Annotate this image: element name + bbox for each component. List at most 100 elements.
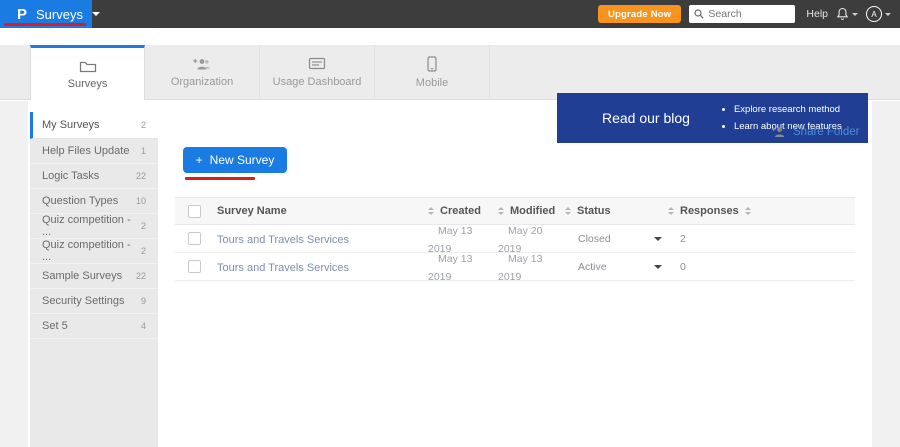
- survey-name-link[interactable]: Tours and Travels Services: [217, 234, 349, 246]
- avatar: A: [866, 6, 882, 22]
- sidebar-item-count: 1: [141, 146, 146, 156]
- organization-icon: [192, 57, 212, 71]
- mobile-icon: [427, 56, 437, 72]
- upgrade-now-button[interactable]: Upgrade Now: [598, 5, 681, 23]
- sidebar-item-label: Help Files Update: [42, 145, 129, 157]
- column-label-survey-name: Survey Name: [217, 205, 287, 217]
- tab-organization[interactable]: Organization: [145, 45, 260, 100]
- sidebar-item-label: Question Types: [42, 195, 118, 207]
- header-modified[interactable]: Modified: [498, 205, 565, 217]
- status-dropdown-icon[interactable]: [654, 237, 662, 241]
- sidebar-item-label: Quiz competition - ...: [42, 214, 141, 238]
- annotation-underline-surveys: [4, 23, 86, 26]
- sidebar-item-count: 22: [136, 271, 146, 281]
- folder-icon: [79, 59, 97, 73]
- header-survey-name: Survey Name: [217, 205, 428, 217]
- row-created-cell: May 13 2019: [428, 249, 498, 285]
- row-status-cell: Active: [565, 261, 668, 273]
- survey-name-link[interactable]: Tours and Travels Services: [217, 262, 349, 274]
- header-responses[interactable]: Responses: [668, 205, 855, 217]
- tab-label: Organization: [171, 76, 233, 88]
- sort-icon[interactable]: [498, 207, 504, 215]
- brand-logo: P: [17, 7, 27, 22]
- row-status-cell: Closed: [565, 233, 668, 245]
- tab-mobile[interactable]: Mobile: [375, 45, 490, 100]
- header-created[interactable]: Created: [428, 205, 498, 217]
- row-checkbox-cell: [175, 260, 217, 273]
- account-menu[interactable]: A: [866, 6, 891, 22]
- column-label-responses: Responses: [680, 205, 739, 217]
- annotation-underline-new-survey: [185, 177, 255, 180]
- header-status[interactable]: Status: [565, 205, 668, 217]
- column-label-status: Status: [577, 205, 611, 217]
- tabstrip: Surveys Organization Usage Dashboard Mob…: [0, 45, 900, 100]
- sidebar-item-my-surveys[interactable]: My Surveys 2: [30, 112, 158, 139]
- chevron-down-icon: [885, 13, 891, 16]
- responses-count: 0: [668, 261, 686, 273]
- row-responses-cell: 0: [668, 261, 855, 273]
- bell-icon: [836, 7, 849, 21]
- help-link[interactable]: Help: [806, 8, 828, 20]
- row-checkbox-cell: [175, 232, 217, 245]
- status-value: Active: [565, 261, 607, 273]
- sidebar-item-count: 22: [136, 171, 146, 181]
- sidebar-item-set-5[interactable]: Set 5 4: [30, 314, 158, 339]
- sidebar-item-count: 10: [136, 196, 146, 206]
- share-folder-link[interactable]: Share Folder: [771, 126, 859, 138]
- tab-usage-dashboard[interactable]: Usage Dashboard: [260, 45, 375, 100]
- row-checkbox[interactable]: [188, 260, 201, 273]
- sidebar-item-logic-tasks[interactable]: Logic Tasks 22: [30, 164, 158, 189]
- tab-label: Mobile: [416, 77, 448, 89]
- page-right-margin: [872, 101, 900, 447]
- page-left-margin: [0, 101, 28, 447]
- tab-surveys[interactable]: Surveys: [30, 45, 145, 100]
- sidebar-item-quiz-competition-1[interactable]: Quiz competition - ... 2: [30, 214, 158, 239]
- page: P Surveys Upgrade Now Help A: [0, 0, 900, 447]
- status-dropdown-icon[interactable]: [654, 265, 662, 269]
- product-name: Surveys: [36, 7, 83, 22]
- tab-label: Surveys: [68, 78, 108, 90]
- sort-icon[interactable]: [428, 207, 434, 215]
- sidebar-item-security-settings[interactable]: Security Settings 9: [30, 289, 158, 314]
- search-box[interactable]: [689, 5, 795, 23]
- notifications-menu[interactable]: [836, 7, 858, 21]
- share-person-icon: [771, 126, 786, 138]
- new-survey-button[interactable]: + New Survey: [183, 147, 287, 173]
- sidebar-item-count: 2: [141, 246, 146, 256]
- sidebar-item-sample-surveys[interactable]: Sample Surveys 22: [30, 264, 158, 289]
- new-survey-label: New Survey: [210, 153, 275, 167]
- plus-icon: +: [196, 153, 203, 167]
- search-icon: [694, 9, 704, 19]
- sidebar-item-quiz-competition-2[interactable]: Quiz competition - ... 2: [30, 239, 158, 264]
- sidebar-item-help-files-update[interactable]: Help Files Update 1: [30, 139, 158, 164]
- tab-label: Usage Dashboard: [273, 76, 362, 88]
- sidebar-item-question-types[interactable]: Question Types 10: [30, 189, 158, 214]
- sidebar-item-count: 9: [141, 296, 146, 306]
- row-checkbox[interactable]: [188, 232, 201, 245]
- row-name-cell: Tours and Travels Services: [217, 258, 428, 276]
- column-label-modified: Modified: [510, 205, 555, 217]
- row-modified-cell: May 13 2019: [498, 249, 565, 285]
- header-checkbox-cell: [175, 205, 217, 218]
- sort-icon[interactable]: [668, 207, 674, 215]
- topbar: P Surveys Upgrade Now Help A: [0, 0, 900, 28]
- row-name-cell: Tours and Travels Services: [217, 230, 428, 248]
- search-input[interactable]: [708, 8, 788, 20]
- table-row: Tours and Travels Services May 13 2019 M…: [175, 253, 855, 281]
- dashboard-icon: [308, 57, 326, 71]
- blog-title: Read our blog: [602, 110, 690, 126]
- sort-icon[interactable]: [565, 207, 571, 215]
- surveys-table: Survey Name Created Modified Status Resp…: [175, 197, 855, 281]
- product-switcher[interactable]: P Surveys: [0, 0, 92, 28]
- chevron-down-icon: [92, 12, 100, 16]
- select-all-checkbox[interactable]: [188, 205, 201, 218]
- chevron-down-icon: [852, 13, 858, 16]
- blog-bullet: Explore research method: [734, 101, 842, 118]
- row-responses-cell: 2: [668, 233, 855, 245]
- topbar-actions: Upgrade Now Help A: [598, 5, 900, 23]
- sidebar-item-count: 2: [141, 120, 146, 130]
- sort-icon[interactable]: [745, 207, 751, 215]
- sidebar-item-label: Logic Tasks: [42, 170, 99, 182]
- sidebar-item-label: My Surveys: [42, 119, 99, 131]
- sidebar-item-label: Set 5: [42, 320, 68, 332]
